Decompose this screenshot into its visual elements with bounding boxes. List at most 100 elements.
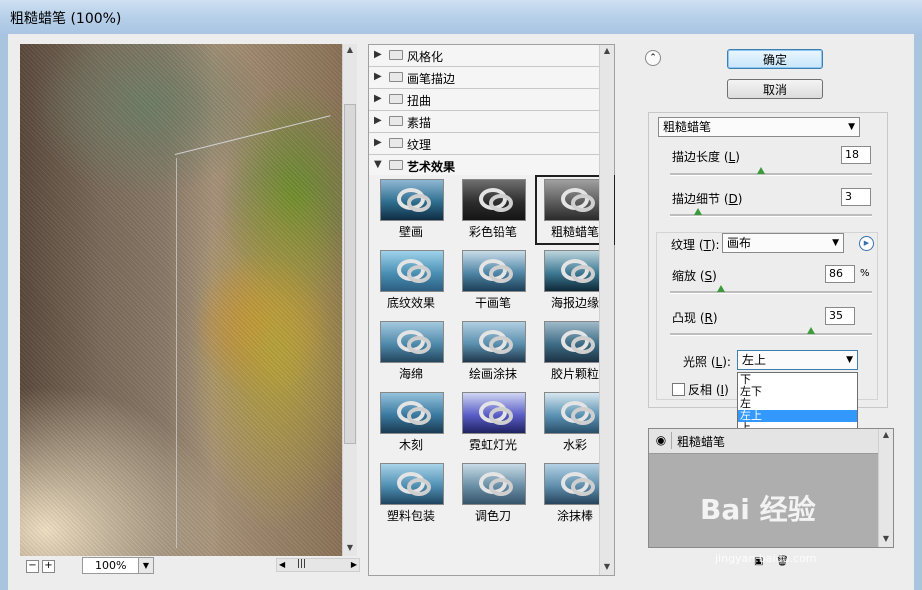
preview-horizontal-scrollbar[interactable]: ◀ ||| ▶ bbox=[276, 558, 360, 572]
triangle-right-icon[interactable]: ▶ bbox=[374, 49, 382, 60]
relief-field[interactable]: 35 bbox=[825, 307, 855, 325]
preview-image[interactable] bbox=[20, 44, 342, 556]
cancel-button[interactable]: 取消 bbox=[727, 79, 823, 99]
filter-thumbnail[interactable]: 绘画涂抹 bbox=[453, 317, 533, 387]
scroll-up-arrow-icon[interactable]: ▲ bbox=[343, 44, 357, 56]
filter-category-label: 扭曲 bbox=[407, 94, 432, 108]
triangle-right-icon[interactable]: ▶ bbox=[374, 93, 382, 104]
scroll-grip-icon[interactable]: ||| bbox=[297, 559, 306, 569]
folder-icon bbox=[389, 94, 403, 104]
filter-category[interactable]: ▼ 艺术效果 bbox=[369, 155, 614, 177]
scroll-right-arrow-icon[interactable]: ▶ bbox=[351, 560, 357, 569]
filter-preview-image bbox=[380, 250, 444, 292]
relief-slider-handle[interactable] bbox=[807, 327, 816, 334]
zoom-bar: − + 100% ▼ ◀ ||| ▶ bbox=[20, 556, 360, 576]
eye-icon[interactable]: ◉ bbox=[651, 432, 672, 449]
scroll-up-arrow-icon[interactable]: ▲ bbox=[600, 45, 614, 57]
invert-checkbox[interactable] bbox=[672, 383, 685, 396]
filter-thumbnail[interactable]: 塑料包装 bbox=[371, 459, 451, 529]
chevron-down-icon: ▼ bbox=[846, 355, 853, 365]
scaling-slider-handle[interactable] bbox=[716, 285, 725, 292]
filter-gallery: ▶ 风格化 ▶ 画笔描边 ▶ 扭曲 ▶ 素描 ▶ 纹理 ▼ 艺术效果 壁画 彩色铅笔 粗糙蜡笔 底纹效果 干画… bbox=[368, 44, 615, 576]
folder-icon bbox=[389, 116, 403, 126]
filter-preview-image bbox=[380, 463, 444, 505]
ring-shape bbox=[407, 265, 431, 283]
collapse-gallery-icon[interactable]: ⌃ bbox=[645, 50, 661, 66]
filter-category[interactable]: ▶ 纹理 bbox=[369, 133, 614, 155]
filter-thumbnail[interactable]: 干画笔 bbox=[453, 246, 533, 316]
triangle-right-icon[interactable]: ▶ bbox=[374, 115, 382, 126]
filter-thumbnail[interactable]: 木刻 bbox=[371, 388, 451, 458]
baidu-watermark: Bai 经验 bbox=[700, 493, 816, 526]
scaling-slider[interactable] bbox=[670, 285, 872, 294]
zoom-out-button[interactable]: − bbox=[26, 560, 39, 573]
folder-icon bbox=[389, 160, 403, 170]
filter-preview-image bbox=[462, 463, 526, 505]
filter-thumbnail[interactable]: 海绵 bbox=[371, 317, 451, 387]
triangle-right-icon[interactable]: ▶ bbox=[374, 71, 382, 82]
filter-preview-image bbox=[380, 179, 444, 221]
stroke-length-slider[interactable] bbox=[670, 167, 872, 176]
stroke-detail-slider[interactable] bbox=[670, 208, 872, 217]
filter-thumbnail[interactable]: 调色刀 bbox=[453, 459, 533, 529]
effect-layer-row[interactable]: ◉ 粗糙蜡笔 bbox=[649, 429, 879, 454]
scaling-field[interactable]: 86 bbox=[825, 265, 855, 283]
crayon-texture bbox=[20, 44, 342, 556]
stroke-length-label: 描边长度 (L) bbox=[672, 150, 740, 164]
ring-shape bbox=[489, 336, 513, 354]
filter-thumbnail-label: 霓虹灯光 bbox=[468, 438, 517, 452]
zoom-in-button[interactable]: + bbox=[42, 560, 55, 573]
preview-vertical-scrollbar[interactable]: ▲ ▼ bbox=[342, 44, 357, 556]
scroll-up-arrow-icon[interactable]: ▲ bbox=[879, 429, 893, 441]
filter-thumbnail-label: 彩色铅笔 bbox=[468, 225, 517, 239]
filter-thumbnail[interactable]: 霓虹灯光 bbox=[453, 388, 533, 458]
ok-button[interactable]: 确定 bbox=[727, 49, 823, 69]
filter-category[interactable]: ▶ 素描 bbox=[369, 111, 614, 133]
filter-category[interactable]: ▶ 扭曲 bbox=[369, 89, 614, 111]
triangle-down-icon[interactable]: ▼ bbox=[374, 159, 382, 170]
scroll-thumb[interactable] bbox=[344, 104, 356, 444]
filter-category-label: 艺术效果 bbox=[407, 160, 456, 174]
ring-shape bbox=[489, 265, 513, 283]
scroll-left-arrow-icon[interactable]: ◀ bbox=[279, 560, 285, 569]
ring-shape bbox=[571, 336, 595, 354]
filter-thumbnail-label: 壁画 bbox=[398, 225, 423, 239]
stroke-length-field[interactable]: 18 bbox=[841, 146, 871, 164]
light-label: 光照 (L): bbox=[683, 355, 731, 369]
light-option[interactable]: 左上 bbox=[738, 410, 857, 422]
light-option[interactable]: 左下 bbox=[738, 386, 857, 398]
filter-thumbnail[interactable]: 底纹效果 bbox=[371, 246, 451, 316]
scroll-down-arrow-icon[interactable]: ▼ bbox=[600, 561, 614, 573]
triangle-right-icon[interactable]: ▶ bbox=[374, 137, 382, 148]
filter-category[interactable]: ▶ 风格化 bbox=[369, 45, 614, 67]
baidu-watermark-url: jingyan.baidu.com bbox=[715, 552, 817, 565]
ring-shape bbox=[407, 194, 431, 212]
scroll-down-arrow-icon[interactable]: ▼ bbox=[343, 542, 357, 554]
texture-label: 纹理 (T): bbox=[671, 238, 720, 252]
stroke-detail-label: 描边细节 (D) bbox=[672, 192, 743, 206]
filter-thumbnail[interactable]: 彩色铅笔 bbox=[453, 175, 533, 245]
filter-category[interactable]: ▶ 画笔描边 bbox=[369, 67, 614, 89]
folder-icon bbox=[389, 50, 403, 60]
light-select[interactable]: 左上 ▼ bbox=[737, 350, 858, 370]
zoom-select[interactable]: 100% ▼ bbox=[82, 557, 154, 574]
stroke-detail-slider-handle[interactable] bbox=[694, 208, 703, 215]
relief-label: 凸现 (R) bbox=[672, 311, 718, 325]
stroke-length-slider-handle[interactable] bbox=[756, 167, 765, 174]
filter-select[interactable]: 粗糙蜡笔 ▼ bbox=[658, 117, 860, 137]
filter-thumbnail[interactable]: 壁画 bbox=[371, 175, 451, 245]
scroll-down-arrow-icon[interactable]: ▼ bbox=[879, 533, 893, 545]
title-bar: 粗糙蜡笔 (100%) bbox=[0, 0, 922, 34]
filter-thumbnail-label: 干画笔 bbox=[474, 296, 511, 310]
relief-slider[interactable] bbox=[670, 327, 872, 336]
stroke-detail-field[interactable]: 3 bbox=[841, 188, 871, 206]
texture-menu-arrow-icon[interactable]: ▶ bbox=[859, 236, 874, 251]
ring-shape bbox=[407, 407, 431, 425]
ring-shape bbox=[489, 478, 513, 496]
filter-thumbnail-label: 调色刀 bbox=[474, 509, 511, 523]
filter-preview-image bbox=[380, 321, 444, 363]
layers-scrollbar[interactable]: ▲ ▼ bbox=[878, 429, 893, 547]
gallery-scrollbar[interactable]: ▲ ▼ bbox=[599, 45, 614, 575]
ring-shape bbox=[571, 407, 595, 425]
texture-select[interactable]: 画布 ▼ bbox=[722, 233, 844, 253]
